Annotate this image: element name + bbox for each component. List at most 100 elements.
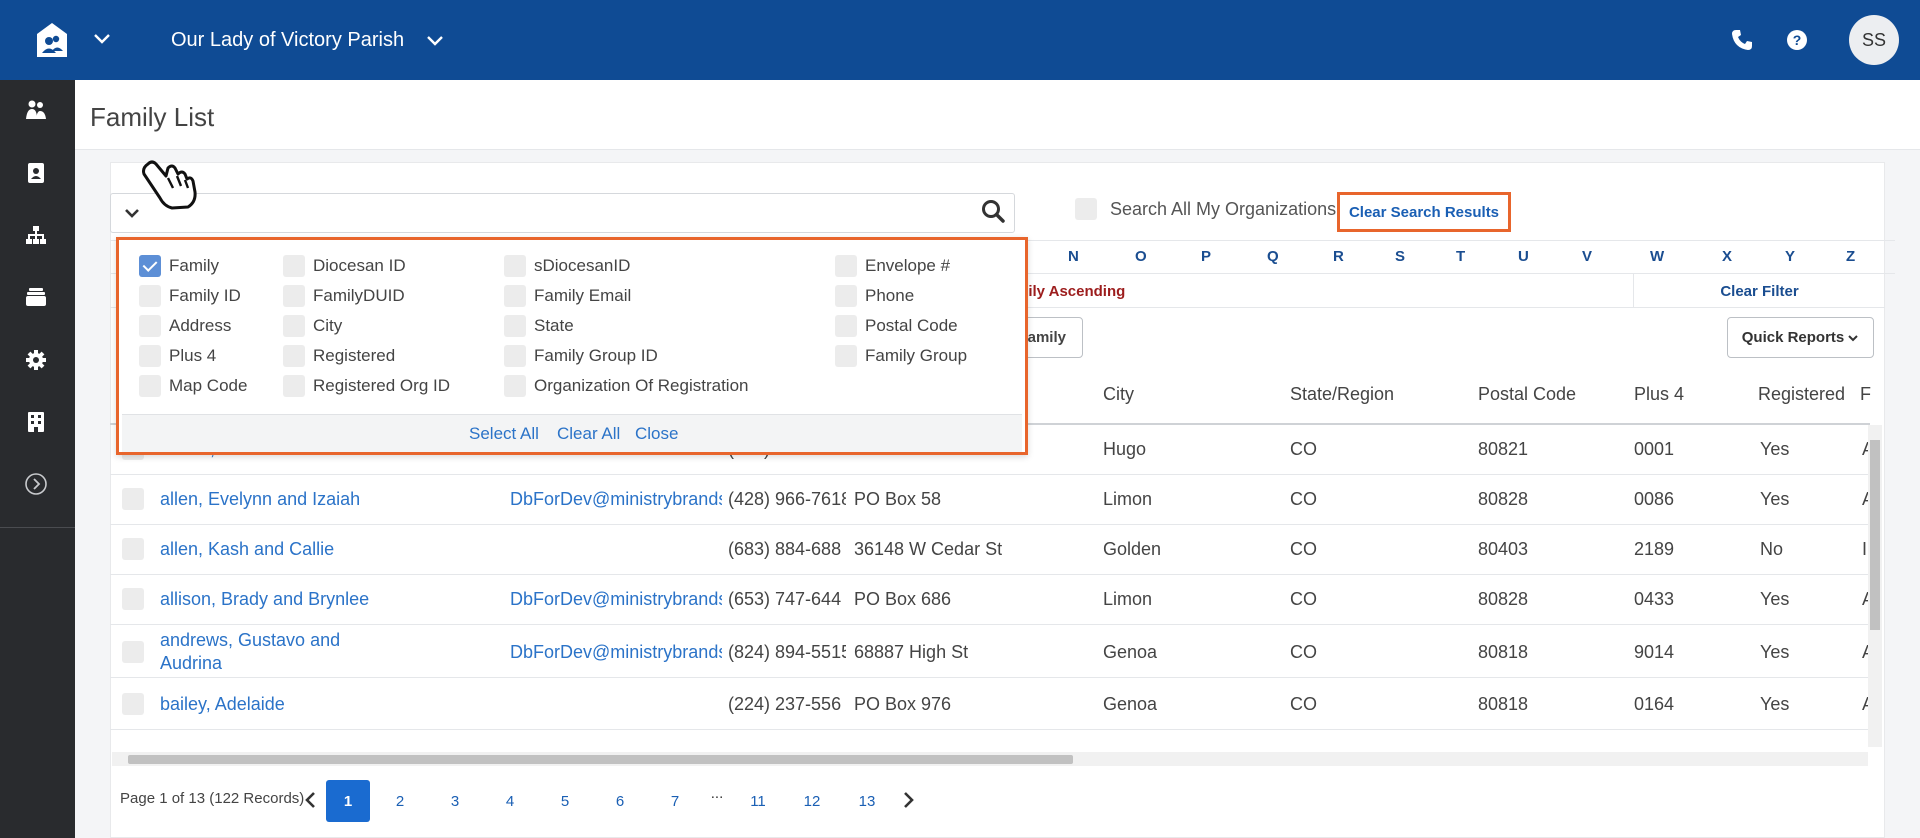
checkbox[interactable] (139, 285, 161, 307)
checkbox[interactable] (283, 375, 305, 397)
letter-o[interactable]: O (1135, 248, 1147, 265)
search-all-orgs-checkbox[interactable] (1075, 198, 1097, 220)
contacts-icon[interactable] (22, 159, 50, 187)
option-plus4[interactable]: Plus 4 (139, 345, 216, 367)
clear-filter-button[interactable]: Clear Filter (1633, 274, 1885, 308)
user-avatar[interactable]: SS (1849, 15, 1899, 65)
checkbox[interactable] (139, 345, 161, 367)
gear-icon[interactable] (22, 346, 50, 374)
option-envelope[interactable]: Envelope # (835, 255, 950, 277)
option-family[interactable]: Family (139, 255, 219, 277)
letter-w[interactable]: W (1650, 248, 1664, 265)
family-name-link-line2[interactable]: Audrina (160, 653, 222, 674)
letter-z[interactable]: Z (1846, 248, 1855, 265)
building-icon[interactable] (22, 408, 50, 436)
search-all-orgs-option[interactable]: Search All My Organizations (1075, 198, 1336, 220)
column-header-city[interactable]: City (1103, 384, 1134, 405)
column-header-state[interactable]: State/Region (1290, 384, 1394, 405)
checkbox[interactable] (835, 345, 857, 367)
help-icon[interactable]: ? (1785, 28, 1809, 52)
option-sdiocesanid[interactable]: sDiocesanID (504, 255, 630, 277)
page-5[interactable]: 5 (543, 780, 587, 822)
family-name-link[interactable]: allen, Evelynn and Izaiah (160, 489, 360, 510)
checkbox[interactable] (504, 255, 526, 277)
family-name-link[interactable]: allen, Kash and Callie (160, 539, 334, 560)
column-header-registered[interactable]: Registered (1758, 384, 1845, 405)
letter-r[interactable]: R (1333, 248, 1344, 265)
checkbox[interactable] (504, 315, 526, 337)
option-registered-org-id[interactable]: Registered Org ID (283, 375, 450, 397)
prev-page-icon[interactable] (301, 790, 321, 810)
checkbox[interactable] (139, 255, 161, 277)
option-family-group-id[interactable]: Family Group ID (504, 345, 658, 367)
email-link[interactable]: DbForDev@ministrybrands. (510, 489, 722, 510)
checkbox[interactable] (283, 255, 305, 277)
row-checkbox[interactable] (122, 488, 144, 510)
app-logo-icon[interactable] (36, 22, 68, 58)
page-4[interactable]: 4 (488, 780, 532, 822)
clear-all-link[interactable]: Clear All (557, 424, 620, 444)
page-6[interactable]: 6 (598, 780, 642, 822)
quick-reports-button[interactable]: Quick Reports (1727, 317, 1874, 358)
row-checkbox[interactable] (122, 538, 144, 560)
page-3[interactable]: 3 (433, 780, 477, 822)
layers-icon[interactable] (22, 283, 50, 311)
page-1[interactable]: 1 (326, 780, 370, 822)
family-name-link[interactable]: bailey, Adelaide (160, 694, 285, 715)
option-diocesan-id[interactable]: Diocesan ID (283, 255, 406, 277)
option-family-email[interactable]: Family Email (504, 285, 631, 307)
select-all-link[interactable]: Select All (469, 424, 539, 444)
option-family-id[interactable]: Family ID (139, 285, 241, 307)
page-12[interactable]: 12 (790, 780, 834, 822)
letter-q[interactable]: Q (1267, 248, 1279, 265)
letter-p[interactable]: P (1201, 248, 1211, 265)
next-page-icon[interactable] (898, 790, 918, 810)
parish-chevron-down-icon[interactable] (425, 30, 445, 50)
option-address[interactable]: Address (139, 315, 231, 337)
checkbox[interactable] (504, 345, 526, 367)
families-icon[interactable] (22, 96, 50, 124)
letter-y[interactable]: Y (1785, 248, 1795, 265)
checkbox[interactable] (139, 315, 161, 337)
option-registered[interactable]: Registered (283, 345, 395, 367)
chevron-down-icon[interactable] (92, 28, 112, 48)
column-header-plus4[interactable]: Plus 4 (1634, 384, 1684, 405)
close-link[interactable]: Close (635, 424, 678, 444)
expand-sidebar-icon[interactable] (22, 470, 50, 498)
search-icon[interactable] (980, 198, 1006, 224)
option-state[interactable]: State (504, 315, 574, 337)
org-chart-icon[interactable] (22, 221, 50, 249)
letter-x[interactable]: X (1722, 248, 1732, 265)
checkbox[interactable] (139, 375, 161, 397)
letter-u[interactable]: U (1518, 248, 1529, 265)
letter-s[interactable]: S (1395, 248, 1405, 265)
checkbox[interactable] (504, 375, 526, 397)
family-name-link[interactable]: andrews, Gustavo and (160, 630, 340, 651)
phone-icon[interactable] (1730, 28, 1754, 52)
email-link[interactable]: DbForDev@ministrybrands. (510, 589, 722, 610)
option-phone[interactable]: Phone (835, 285, 914, 307)
letter-n[interactable]: N (1068, 248, 1079, 265)
checkbox[interactable] (835, 315, 857, 337)
option-city[interactable]: City (283, 315, 342, 337)
checkbox[interactable] (835, 255, 857, 277)
row-checkbox[interactable] (122, 693, 144, 715)
column-header-partial[interactable]: F (1860, 384, 1871, 405)
option-map-code[interactable]: Map Code (139, 375, 247, 397)
clear-search-results-button[interactable]: Clear Search Results (1337, 192, 1511, 232)
page-7[interactable]: 7 (653, 780, 697, 822)
search-field-chevron-down-icon[interactable] (122, 206, 142, 222)
page-11[interactable]: 11 (736, 780, 780, 822)
email-link[interactable]: DbForDev@ministrybrands. (510, 642, 722, 663)
option-familyduid[interactable]: FamilyDUID (283, 285, 405, 307)
letter-v[interactable]: V (1582, 248, 1592, 265)
checkbox[interactable] (283, 285, 305, 307)
page-13[interactable]: 13 (845, 780, 889, 822)
column-header-postal-code[interactable]: Postal Code (1478, 384, 1576, 405)
family-name-link[interactable]: allison, Brady and Brynlee (160, 589, 369, 610)
option-postal-code[interactable]: Postal Code (835, 315, 958, 337)
option-organization-of-registration[interactable]: Organization Of Registration (504, 375, 749, 397)
option-family-group[interactable]: Family Group (835, 345, 967, 367)
horizontal-scroll-thumb[interactable] (128, 755, 1073, 764)
row-checkbox[interactable] (122, 588, 144, 610)
